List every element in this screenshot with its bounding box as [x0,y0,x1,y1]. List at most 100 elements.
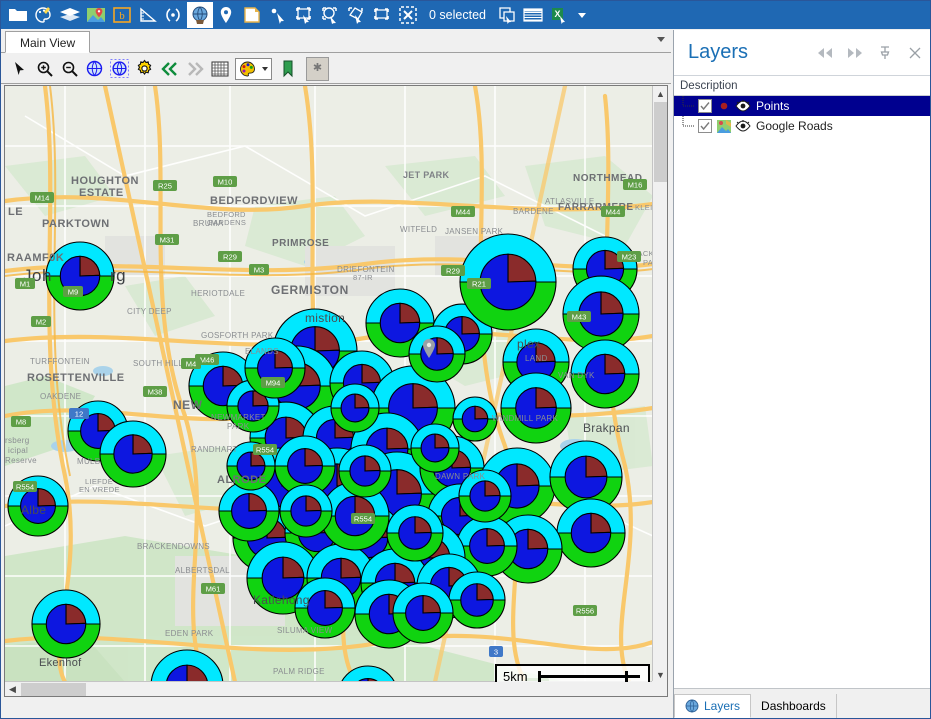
circle-select-icon[interactable] [317,2,343,28]
rectangle-select-icon[interactable] [291,2,317,28]
window-bottom-strip [1,698,673,718]
point-select-icon[interactable] [265,2,291,28]
layers-panel-title: Layers [688,41,749,63]
layer-row-google-roads[interactable]: Google Roads [674,116,930,136]
polygon-select-icon[interactable] [343,2,369,28]
pie-marker[interactable] [279,484,333,538]
pie-marker[interactable] [570,339,640,409]
table-view-icon[interactable] [520,2,546,28]
pie-marker[interactable] [31,589,101,659]
map-scale-bar: 5km [495,664,650,682]
pointer-tool-icon[interactable] [7,57,32,81]
pie-marker[interactable] [452,396,498,442]
application-window: b 0 selected X Main View ✱ HOUGHTON ESTA… [0,0,931,719]
pie-marker[interactable] [459,233,557,331]
tree-connector [680,116,698,136]
pie-marker[interactable] [99,420,167,488]
toolbar-overflow-caret[interactable] [572,2,592,28]
red-dot-icon [716,99,731,114]
tab-main-view[interactable]: Main View [5,31,91,53]
scroll-down-arrow-icon[interactable]: ▼ [653,667,667,682]
pie-marker[interactable] [226,441,276,491]
pie-marker[interactable] [556,498,626,568]
box-select-icon[interactable] [369,2,395,28]
map-frame: HOUGHTON ESTATE BEDFORDVIEW NORTHMEAD ATLASV… [4,85,668,697]
map-thumbnail-icon [716,119,731,134]
horizontal-scroll-thumb[interactable] [21,683,86,696]
collapse-left-icon[interactable] [810,38,840,68]
orbit-path-icon[interactable] [161,2,187,28]
pie-marker[interactable] [500,372,572,444]
color-palette-icon [236,60,258,78]
layers-panel-header: Layers [674,30,930,76]
layer-row-points[interactable]: Points [674,96,930,116]
color-palette-combo[interactable] [235,57,272,80]
scroll-up-arrow-icon[interactable]: ▲ [653,86,667,101]
pie-marker[interactable] [386,504,444,562]
pie-marker[interactable] [392,582,454,644]
pie-marker[interactable] [448,571,506,629]
svg-text:X: X [554,9,560,19]
bookmark-tool-icon[interactable] [275,57,300,81]
expand-right-icon[interactable] [840,38,870,68]
pie-marker[interactable] [244,337,306,399]
pie-marker[interactable] [7,475,69,537]
palette-pin-icon[interactable] [31,2,57,28]
pie-marker[interactable] [410,423,460,473]
scroll-left-arrow-icon[interactable]: ◀ [5,682,20,696]
tab-layers[interactable]: Layers [674,694,752,718]
tab-dashboards[interactable]: Dashboards [751,694,837,718]
vertical-scroll-thumb[interactable] [654,102,667,182]
pin-icon[interactable] [870,38,900,68]
pie-marker-layer[interactable] [5,86,653,682]
copy-selection-icon[interactable] [494,2,520,28]
layers-stack-icon[interactable] [57,2,83,28]
eye-icon-points[interactable] [734,99,751,114]
pie-marker[interactable] [330,383,380,433]
snapshot-tool-icon[interactable]: ✱ [306,56,329,81]
grid-tool-icon[interactable] [207,57,232,81]
clear-selection-icon[interactable] [395,2,421,28]
zoom-in-tool-icon[interactable] [32,57,57,81]
map-canvas[interactable]: HOUGHTON ESTATE BEDFORDVIEW NORTHMEAD ATLASV… [5,86,653,682]
map-marker-image-icon[interactable] [83,2,109,28]
globe-tool-icon[interactable] [187,2,213,28]
layers-column-header: Description [674,76,930,96]
pie-marker[interactable] [45,241,115,311]
map-toolbar: ✱ [1,54,671,84]
tab-dashboards-label: Dashboards [761,699,826,713]
page-note-icon[interactable] [239,2,265,28]
layer-visibility-checkbox-points[interactable] [698,99,712,113]
open-folder-icon[interactable] [5,2,31,28]
view-tab-strip: Main View [1,29,671,53]
zoom-extent-globe-tool-icon[interactable] [82,57,107,81]
settings-gear-tool-icon[interactable] [132,57,157,81]
next-extent-tool-icon[interactable] [182,57,207,81]
pie-marker[interactable] [338,665,398,682]
tree-connector [680,96,698,116]
layers-panel: Layers Description Points Google Roads L… [673,30,930,718]
scrollbar-corner [652,681,667,696]
close-icon[interactable] [900,38,930,68]
map-horizontal-scrollbar[interactable]: ◀ [5,681,653,696]
color-palette-caret-icon[interactable] [258,60,271,78]
pie-marker[interactable] [338,444,392,498]
layer-visibility-checkbox-google-roads[interactable] [698,119,712,133]
ruler-triangle-icon[interactable] [135,2,161,28]
pie-marker[interactable] [150,649,224,682]
excel-export-icon[interactable]: X [546,2,572,28]
map-vertical-scrollbar[interactable]: ▲ ▼ [652,86,667,682]
globe-icon [685,699,699,713]
pie-marker[interactable] [458,469,512,523]
pie-marker[interactable] [408,325,466,383]
previous-extent-tool-icon[interactable] [157,57,182,81]
poi-pin-icon [423,339,435,358]
zoom-out-tool-icon[interactable] [57,57,82,81]
bing-b-icon[interactable]: b [109,2,135,28]
zoom-selection-globe-tool-icon[interactable] [107,57,132,81]
pie-marker[interactable] [294,577,356,639]
pin-marker-icon[interactable] [213,2,239,28]
tab-overflow-caret[interactable] [657,37,665,42]
main-toolbar: b 0 selected X [1,1,930,29]
eye-icon-google-roads[interactable] [734,119,751,134]
